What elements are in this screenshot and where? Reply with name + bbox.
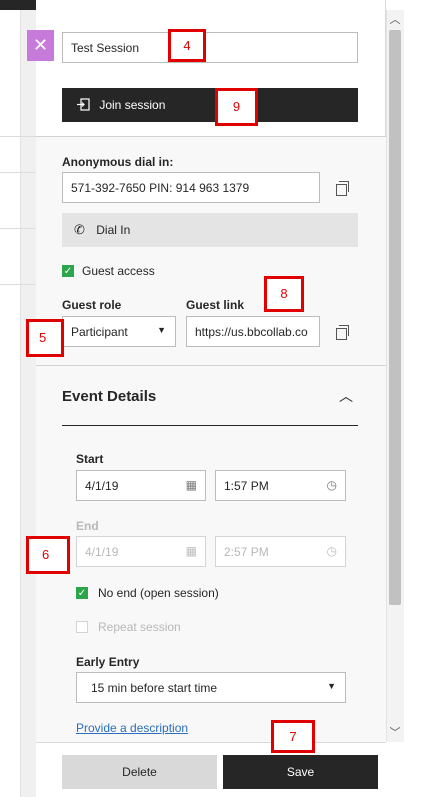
- dial-in-button-label: Dial In: [96, 223, 131, 237]
- scroll-down-icon[interactable]: ﹀: [386, 725, 404, 741]
- end-time-input: 2:57 PM ◷: [215, 536, 346, 567]
- scroll-thumb[interactable]: [389, 30, 401, 605]
- divider: [0, 136, 36, 137]
- guest-role-select[interactable]: Participant ▼: [62, 316, 176, 347]
- guest-role-label: Guest role: [62, 298, 122, 312]
- copy-icon[interactable]: [336, 325, 349, 340]
- annotation-marker: 8: [264, 276, 304, 312]
- dial-in-label: Anonymous dial in:: [62, 155, 174, 169]
- dial-in-value: 571-392-7650 PIN: 914 963 1379: [71, 181, 250, 195]
- guest-role-value: Participant: [71, 325, 128, 339]
- repeat-session-checkbox: [76, 621, 88, 633]
- save-label: Save: [286, 765, 315, 779]
- start-date-input[interactable]: 4/1/19 ▦: [76, 470, 206, 501]
- calendar-icon[interactable]: ▦: [186, 478, 197, 492]
- close-button[interactable]: ✕: [27, 30, 54, 61]
- background-strip: [0, 0, 36, 797]
- session-name-input[interactable]: Test Session: [62, 32, 358, 63]
- annotation-marker: 5: [26, 319, 64, 357]
- end-time-value: 2:57 PM: [224, 545, 269, 559]
- annotation-marker: 7: [271, 720, 315, 753]
- annotation-marker: 4: [168, 29, 206, 62]
- annotation-marker: 9: [215, 88, 258, 126]
- divider: [0, 172, 36, 173]
- delete-label: Delete: [122, 765, 157, 779]
- end-date-input: 4/1/19 ▦: [76, 536, 206, 567]
- delete-button[interactable]: Delete: [62, 755, 217, 789]
- no-end-checkbox[interactable]: ✓: [76, 587, 88, 599]
- guest-access-checkbox[interactable]: ✓: [62, 265, 74, 277]
- scroll-up-icon[interactable]: ︿: [386, 12, 404, 28]
- dial-in-field[interactable]: 571-392-7650 PIN: 914 963 1379: [62, 172, 320, 203]
- join-session-label: Join session: [99, 98, 166, 112]
- guest-link-field[interactable]: https://us.bbcollab.co: [186, 316, 320, 347]
- start-label: Start: [76, 452, 104, 466]
- start-time-value: 1:57 PM: [224, 479, 269, 493]
- start-date-value: 4/1/19: [85, 479, 119, 493]
- close-icon: ✕: [32, 35, 49, 55]
- dial-in-button[interactable]: ✆ Dial In: [62, 213, 358, 247]
- guest-link-value: https://us.bbcollab.co: [195, 325, 308, 339]
- end-label: End: [76, 519, 99, 533]
- divider: [0, 228, 36, 229]
- divider: [0, 284, 36, 285]
- enter-icon: [77, 98, 90, 111]
- early-entry-label: Early Entry: [76, 655, 140, 669]
- guest-access-label: Guest access: [82, 264, 155, 278]
- provide-description-link[interactable]: Provide a description: [76, 721, 188, 735]
- chevron-up-icon[interactable]: ︿: [339, 386, 353, 406]
- phone-icon: ✆: [74, 222, 85, 237]
- guest-link-label: Guest link: [186, 298, 245, 312]
- copy-icon[interactable]: [336, 181, 349, 196]
- repeat-session-label: Repeat session: [98, 620, 181, 634]
- caret-down-icon: ▼: [157, 325, 166, 335]
- calendar-icon: ▦: [185, 544, 197, 558]
- clock-icon[interactable]: ◷: [327, 478, 337, 492]
- background-column: [20, 10, 36, 797]
- end-date-value: 4/1/19: [85, 545, 119, 559]
- event-details-title: Event Details: [62, 388, 157, 405]
- section-divider: [62, 425, 358, 426]
- top-dark-bar: [0, 0, 36, 10]
- start-time-input[interactable]: 1:57 PM ◷: [215, 470, 346, 501]
- save-button[interactable]: Save: [223, 755, 378, 789]
- caret-down-icon: ▼: [327, 681, 336, 691]
- early-entry-select[interactable]: 15 min before start time ▼: [76, 672, 346, 703]
- clock-icon: ◷: [326, 544, 337, 558]
- early-entry-value: 15 min before start time: [91, 681, 218, 695]
- session-name-value: Test Session: [71, 41, 140, 55]
- join-session-button[interactable]: Join session: [62, 88, 358, 122]
- annotation-marker: 6: [26, 536, 70, 574]
- no-end-label: No end (open session): [98, 586, 219, 600]
